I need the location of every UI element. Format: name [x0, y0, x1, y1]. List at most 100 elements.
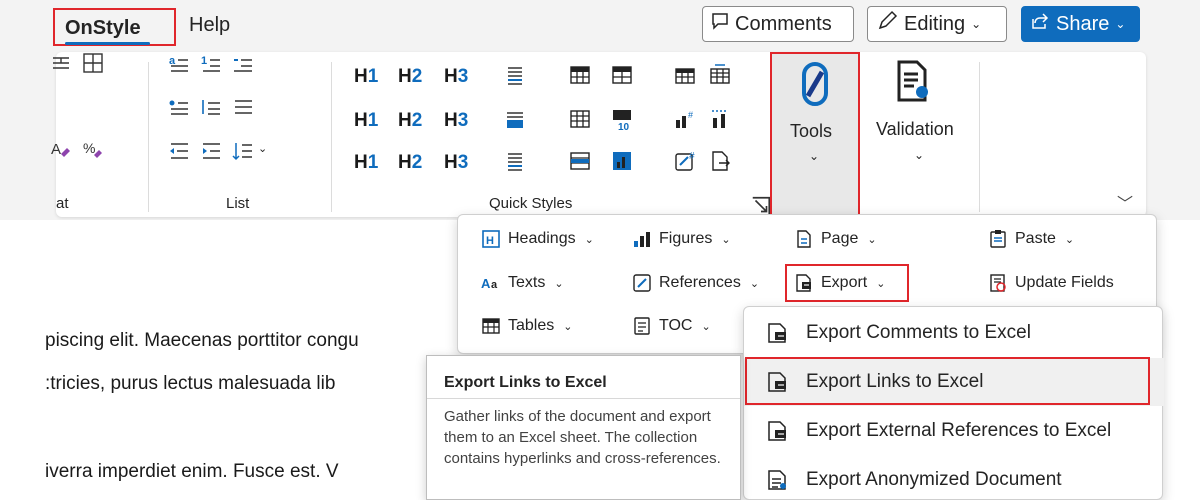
figure-caption-icon[interactable]: [709, 108, 731, 130]
menu-item-update-fields[interactable]: Update Fields: [988, 273, 1114, 293]
border-icon[interactable]: [50, 52, 72, 74]
style-format-icon[interactable]: A: [50, 138, 72, 160]
group-separator: [979, 62, 980, 212]
chevron-down-icon: ⌄: [809, 149, 820, 163]
paragraph-style-icon[interactable]: [504, 64, 526, 86]
menu-item-figures[interactable]: Figures ⌄: [632, 229, 731, 249]
chart-style-icon[interactable]: [611, 150, 633, 172]
menu-item-toc[interactable]: TOC ⌄: [632, 316, 711, 336]
share-icon: [1030, 11, 1050, 37]
svg-text:%: %: [83, 140, 95, 156]
tables-icon: [481, 316, 501, 336]
list-numbered-icon[interactable]: 1: [200, 52, 222, 74]
list-level-icon[interactable]: [200, 95, 222, 117]
list-plain-icon[interactable]: [232, 95, 254, 117]
heading2-style[interactable]: H2: [398, 66, 422, 88]
decrease-indent-icon[interactable]: [168, 140, 190, 162]
menu-item-references[interactable]: References ⌄: [632, 273, 759, 293]
tools-button[interactable]: Tools ⌄: [770, 52, 860, 220]
menu-item-paste[interactable]: Paste ⌄: [988, 229, 1074, 249]
heading1-appendix-style[interactable]: H1: [354, 152, 378, 174]
increase-indent-icon[interactable]: [200, 140, 222, 162]
list-style-icon[interactable]: [504, 150, 526, 172]
tab-onstyle-label: OnStyle: [65, 17, 141, 39]
group-format-label: at: [56, 195, 69, 212]
heading1-style[interactable]: H1: [354, 66, 378, 88]
figure-number-icon[interactable]: #: [674, 108, 696, 130]
anonymized-document-icon: [766, 469, 788, 491]
menu-item-page[interactable]: Page ⌄: [794, 229, 877, 249]
document-text-line: :tricies, purus lectus malesuada lib: [45, 373, 336, 394]
svg-text:10: 10: [618, 122, 630, 130]
svg-text:A: A: [481, 276, 491, 291]
figures-icon: [632, 229, 652, 249]
tab-onstyle[interactable]: OnStyle: [53, 8, 176, 46]
validation-label[interactable]: Validation: [876, 119, 954, 140]
export-comments-to-excel-item[interactable]: Export Comments to Excel: [744, 309, 1164, 357]
tab-help[interactable]: Help: [189, 14, 230, 37]
table-style-1-icon[interactable]: [569, 64, 591, 86]
heading3-numbered-style[interactable]: H3: [444, 110, 468, 132]
list-a-icon[interactable]: a: [168, 52, 190, 74]
toc-icon: [632, 316, 652, 336]
svg-text:A: A: [51, 141, 61, 158]
page-export-icon[interactable]: [709, 150, 731, 172]
comments-button-label: Comments: [735, 12, 832, 35]
heading2-appendix-style[interactable]: H2: [398, 152, 422, 174]
reference-link-icon[interactable]: #: [674, 150, 696, 172]
group-separator: [148, 62, 149, 212]
editing-mode-button[interactable]: Editing ⌄: [867, 6, 1007, 42]
svg-text:H: H: [486, 235, 494, 247]
validation-icon[interactable]: [895, 60, 931, 109]
menu-item-headings[interactable]: H Headings ⌄: [481, 229, 594, 249]
table-numbered-icon[interactable]: 10: [611, 108, 633, 130]
chevron-down-icon: ⌄: [701, 320, 711, 333]
list-bullet-icon[interactable]: [168, 95, 190, 117]
body-text-style-icon[interactable]: [504, 108, 526, 130]
heading3-appendix-style[interactable]: H3: [444, 152, 468, 174]
ribbon-collapse-chevron-icon[interactable]: ﹀: [1117, 190, 1133, 214]
dialog-launcher-icon[interactable]: [750, 195, 771, 215]
excel-export-icon: [766, 420, 788, 442]
chevron-down-icon: ⌄: [721, 233, 731, 246]
chevron-down-icon: ⌄: [749, 277, 760, 290]
headings-icon: H: [481, 229, 501, 249]
table-style-2-icon[interactable]: [611, 64, 633, 86]
table-style-3-icon[interactable]: [569, 108, 591, 130]
tools-label: Tools: [790, 121, 833, 141]
chevron-down-icon: ⌄: [258, 143, 268, 155]
list-dash-icon[interactable]: [232, 52, 254, 74]
comment-icon: [711, 12, 729, 36]
chevron-down-icon: ⌄: [971, 17, 982, 31]
group-separator: [331, 62, 332, 212]
share-button[interactable]: Share ⌄: [1021, 6, 1140, 42]
tools-logo-icon: [802, 62, 828, 111]
group-list-label: List: [226, 195, 250, 212]
tooltip: Export Links to Excel Gather links of th…: [426, 355, 741, 500]
menu-item-texts[interactable]: Aa Texts ⌄: [481, 273, 564, 293]
table-caption-icon[interactable]: [569, 150, 591, 172]
heading2-numbered-style[interactable]: H2: [398, 110, 422, 132]
texts-icon: Aa: [481, 273, 501, 293]
sort-list-icon[interactable]: [232, 140, 254, 162]
paste-icon: [988, 229, 1008, 249]
excel-export-icon: [766, 322, 788, 344]
pencil-icon: [876, 10, 898, 38]
group-quick-styles-label: Quick Styles: [489, 195, 573, 212]
table-style-4-icon[interactable]: [674, 64, 696, 86]
active-tab-indicator: [65, 42, 150, 45]
heading3-style[interactable]: H3: [444, 66, 468, 88]
export-external-references-to-excel-item[interactable]: Export External References to Excel: [744, 407, 1164, 455]
menu-item-tables[interactable]: Tables ⌄: [481, 316, 572, 336]
tooltip-divider: [427, 398, 740, 399]
chevron-down-icon: ⌄: [584, 233, 594, 246]
svg-text:#: #: [688, 110, 693, 120]
heading1-numbered-style[interactable]: H1: [354, 110, 378, 132]
table-grid-icon[interactable]: [82, 52, 104, 74]
table-style-5-icon[interactable]: [709, 64, 731, 86]
ribbon: A % at a 1 ⌄ List H1 H2 H3 H1 H2 H3 H1 H…: [51, 52, 1146, 217]
percent-format-icon[interactable]: %: [82, 138, 104, 160]
page-icon: [794, 229, 814, 249]
export-anonymized-document-item[interactable]: Export Anonymized Document: [744, 456, 1164, 500]
comments-button[interactable]: Comments: [702, 6, 854, 42]
